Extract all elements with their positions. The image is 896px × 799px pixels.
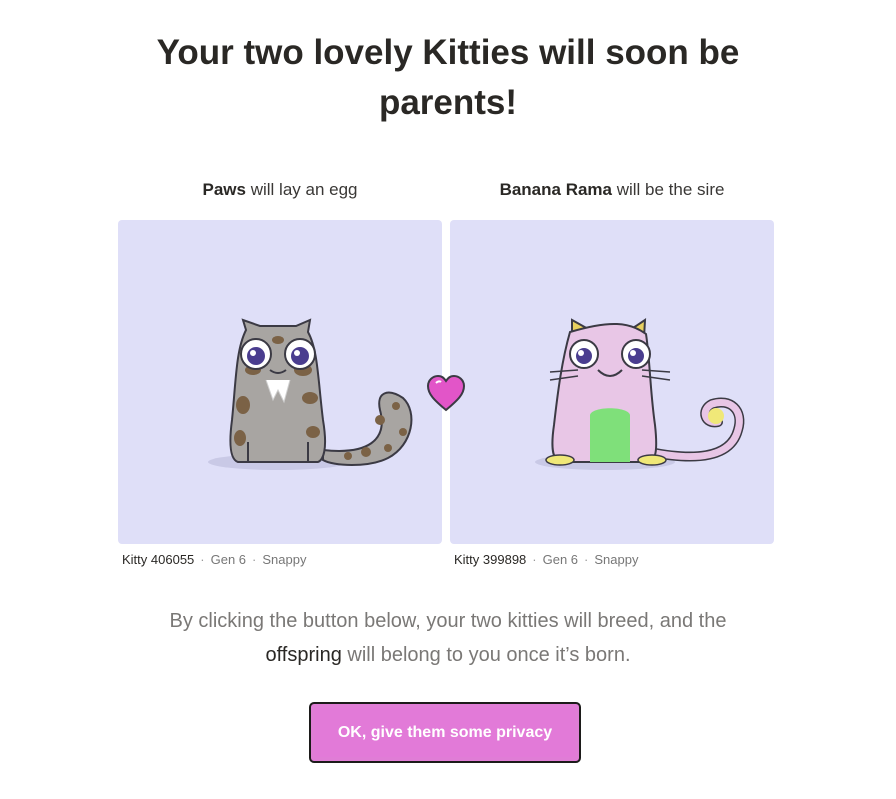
separator: ·	[252, 552, 257, 567]
sire-gen: Gen 6	[542, 552, 579, 567]
description-line-1: By clicking the button below, your two k…	[169, 610, 727, 632]
sire-kitty-id[interactable]: Kitty 399898	[454, 552, 526, 567]
separator: ·	[532, 552, 537, 567]
sire-kitty-image	[535, 318, 745, 470]
confirm-breed-button-label: OK, give them some privacy	[315, 708, 575, 757]
title-line-2: parents!	[378, 83, 518, 122]
confirm-breed-button[interactable]: OK, give them some privacy	[309, 702, 581, 763]
sire-meta: Kitty 399898 · Gen 6 · Snappy	[454, 552, 638, 567]
separator: ·	[200, 552, 205, 567]
offspring-emphasis: offspring	[265, 644, 342, 666]
sire-role: will be the sire	[612, 180, 725, 199]
matron-gen: Gen 6	[210, 552, 247, 567]
heart-icon	[426, 374, 466, 412]
matron-role: will lay an egg	[245, 180, 358, 199]
title-line-1: Your two lovely Kitties will soon be	[156, 33, 740, 72]
sire-speed: Snappy	[594, 552, 639, 567]
sire-label: Banana Rama will be the sire	[450, 180, 774, 200]
page-title: Your two lovely Kitties will soon be par…	[0, 28, 896, 128]
matron-name: Paws	[202, 180, 246, 199]
matron-kitty-id[interactable]: Kitty 406055	[122, 552, 194, 567]
breeding-description: By clicking the button below, your two k…	[0, 604, 896, 672]
matron-label: Paws will lay an egg	[118, 180, 442, 200]
sire-name: Banana Rama	[499, 180, 612, 199]
separator: ·	[584, 552, 589, 567]
matron-meta: Kitty 406055 · Gen 6 · Snappy	[122, 552, 306, 567]
matron-speed: Snappy	[262, 552, 307, 567]
description-line-2: offspring will belong to you once it’s b…	[0, 638, 896, 672]
description-line-2-rest: will belong to you once it’s born.	[341, 644, 631, 666]
matron-kitty-image	[208, 318, 413, 470]
sire-card[interactable]	[450, 220, 774, 544]
matron-card[interactable]	[118, 220, 442, 544]
